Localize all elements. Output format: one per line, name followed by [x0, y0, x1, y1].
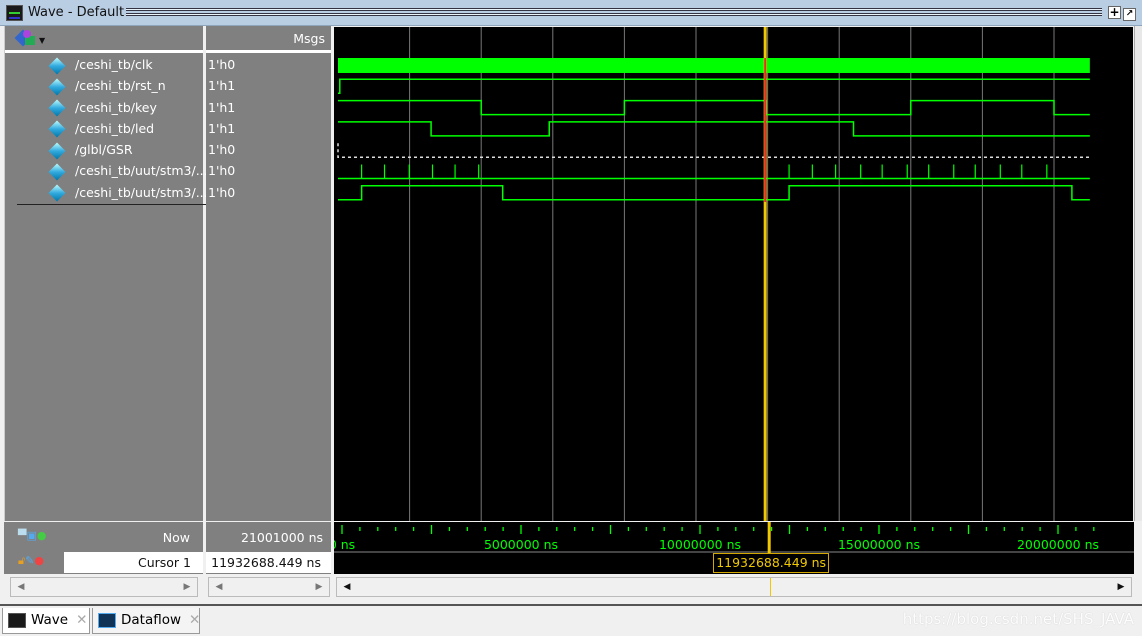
time-label: 20000000 ns [1017, 537, 1099, 552]
now-label: Now [162, 530, 190, 545]
signal-list: /ceshi_tb/clk/ceshi_tb/rst_n/ceshi_tb/ke… [13, 54, 208, 203]
waveform-pane[interactable] [334, 27, 1133, 521]
signal-row[interactable]: /ceshi_tb/uut/stm3/... [13, 182, 208, 203]
add-icon[interactable]: + [1108, 6, 1121, 19]
signal-icon [48, 99, 66, 117]
title-bar: Wave - Default + ↗ [0, 0, 1142, 26]
signal-value: 1'h1 [208, 120, 236, 136]
clock-wave [338, 58, 1090, 73]
cursor-pane: ▀▣● 🔓︎✎● Now 21001000 ns Cursor 1 119326… [4, 522, 1134, 602]
time-label: 5000000 ns [484, 537, 558, 552]
signal-name-pane: ▼ /ceshi_tb/clk/ceshi_tb/rst_n/ceshi_tb/… [4, 26, 327, 521]
watermark: https://blog.csdn.net/SHS_JAVA [902, 610, 1134, 628]
signal-name: /ceshi_tb/led [75, 120, 155, 136]
signal-wave [338, 121, 1090, 137]
header-divider [206, 50, 331, 53]
signal-name: /glbl/GSR [75, 142, 133, 158]
dataflow-tab-icon [98, 613, 116, 628]
close-icon[interactable]: ✕ [76, 612, 87, 628]
signal-value: 1'h0 [208, 163, 236, 179]
tab-dataflow[interactable]: Dataflow ✕ [92, 608, 200, 634]
value-list: 1'h0 1'h1 1'h1 1'h1 1'h0 1'h0 1'h0 [208, 54, 328, 203]
cursor-time-label[interactable]: 11932688.449 ns [713, 553, 830, 573]
internal-signal-icon [48, 184, 66, 202]
edit-cursor-icon[interactable]: ▣ [26, 529, 36, 542]
value-hscrollbar[interactable]: ◀ ▶ [208, 577, 330, 597]
signal-row[interactable]: /ceshi_tb/key [13, 97, 200, 118]
wave-window-icon [6, 5, 23, 21]
vertical-scrollbar[interactable] [1134, 26, 1142, 521]
tab-bar: Wave ✕ Dataflow ✕ https://blog.csdn.net/SH… [0, 604, 1142, 636]
window-title: Wave - Default [28, 5, 125, 20]
signal-value: 1'h0 [208, 142, 236, 158]
cursor-name: Cursor 1 [137, 555, 191, 570]
time-label: 0 ns [334, 537, 355, 552]
time-label: 10000000 ns [659, 537, 741, 552]
signal-row[interactable]: /glbl/GSR [13, 139, 200, 160]
cursor-name-field[interactable]: Cursor 1 [64, 552, 203, 573]
signal-icon [48, 57, 66, 74]
signal-icon [48, 142, 66, 160]
signal-name: /ceshi_tb/key [75, 99, 157, 115]
signal-value: 1'h0 [208, 57, 236, 72]
cursor-add-icons[interactable]: ▀▣● [18, 529, 46, 542]
close-icon[interactable]: ✕ [189, 612, 200, 628]
wave-tab-icon [8, 613, 26, 628]
msgs-header: Msgs [293, 31, 325, 46]
signal-row[interactable]: /ceshi_tb/rst_n [13, 75, 200, 96]
wave-hscrollbar[interactable]: ◀ ▶ [336, 577, 1132, 597]
signal-icon [48, 120, 66, 138]
signal-wave [338, 78, 1090, 95]
signal-name: /ceshi_tb/uut/stm3/... [75, 163, 208, 179]
signal-icon [48, 78, 66, 96]
time-axis[interactable]: 0 ns 5000000 ns 10000000 ns 15000000 ns 2000… [329, 522, 1134, 574]
signal-name: /ceshi_tb/uut/stm3/... [75, 184, 208, 200]
name-hscrollbar[interactable]: ◀ ▶ [10, 577, 198, 597]
header-divider [5, 50, 203, 53]
now-value: 21001000 ns [241, 530, 324, 545]
cursor-lock-icons[interactable]: 🔓︎✎● [18, 554, 44, 568]
signal-row[interactable]: /ceshi_tb/led [13, 118, 200, 139]
cursor-value-field: 11932688.449 ns [206, 552, 331, 573]
signal-wave [338, 185, 1090, 201]
signal-name: /ceshi_tb/clk [75, 57, 153, 72]
cursor-value: 11932688.449 ns [211, 555, 321, 570]
value-pane: Msgs 1'h0 1'h1 1'h1 1'h1 1'h0 1'h0 1'h0 [206, 26, 331, 521]
title-grip[interactable] [126, 8, 1102, 11]
tab-wave[interactable]: Wave ✕ [2, 608, 90, 634]
signal-row[interactable]: /ceshi_tb/clk [13, 54, 200, 75]
wrench-icon[interactable]: ✎ [25, 554, 34, 567]
add-cursor-icon[interactable]: ● [37, 529, 47, 542]
signal-wave [338, 99, 1090, 116]
time-label: 15000000 ns [838, 537, 920, 552]
internal-signal-icon [48, 163, 66, 181]
waveform-canvas[interactable] [334, 27, 1133, 521]
title-buttons: + ↗ [1106, 5, 1136, 21]
signal-row[interactable]: /ceshi_tb/uut/stm3/... [13, 160, 208, 181]
signal-value: 1'h1 [208, 78, 236, 94]
delete-cursor-icon[interactable]: ● [34, 554, 44, 567]
gsr-wave [337, 143, 1090, 158]
signal-value: 1'h1 [208, 99, 236, 115]
title-grip-2[interactable] [126, 13, 1102, 16]
signal-value: 1'h0 [208, 184, 236, 200]
wave-tools-dropdown-icon[interactable]: ▼ [14, 29, 45, 48]
signal-name: /ceshi_tb/rst_n [75, 78, 166, 94]
undock-icon[interactable]: ↗ [1123, 8, 1136, 21]
